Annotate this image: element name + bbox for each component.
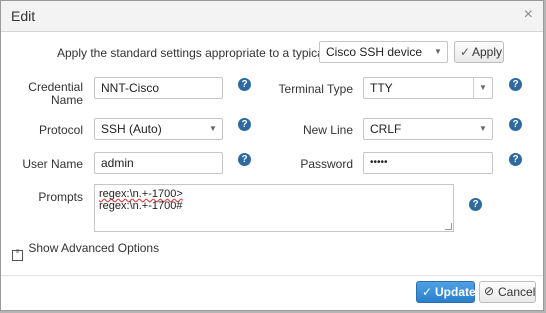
caret-down-icon: ▼ bbox=[479, 124, 487, 133]
prompts-textarea[interactable]: regex:\n.+-1700> regex:\n.+-1700# bbox=[94, 184, 454, 232]
help-icon[interactable]: ? bbox=[469, 198, 482, 211]
help-icon[interactable]: ? bbox=[238, 153, 251, 166]
resize-handle[interactable] bbox=[445, 223, 452, 230]
terminal-type-select[interactable]: TTY ▼ bbox=[363, 77, 493, 99]
caret-down-icon: ▼ bbox=[473, 78, 492, 98]
edit-dialog: Edit × Apply the standard settings appro… bbox=[0, 0, 544, 311]
credential-name-input[interactable] bbox=[94, 77, 223, 99]
dialog-titlebar: Edit × bbox=[1, 1, 543, 32]
apply-description: Apply the standard settings appropriate … bbox=[57, 46, 327, 60]
apply-button[interactable]: ✓ Apply bbox=[454, 41, 504, 63]
help-icon[interactable]: ? bbox=[509, 78, 522, 91]
password-input[interactable]: ••••• bbox=[363, 152, 493, 174]
caret-down-icon: ▼ bbox=[434, 47, 442, 56]
user-name-label: User Name bbox=[22, 157, 83, 171]
help-icon[interactable]: ? bbox=[509, 118, 522, 131]
close-icon[interactable]: × bbox=[524, 7, 533, 23]
prompts-label: Prompts bbox=[38, 190, 83, 204]
apply-button-label: Apply bbox=[472, 45, 503, 59]
prompt-line: regex:\n.+-1700> bbox=[99, 188, 183, 200]
protocol-value: SSH (Auto) bbox=[101, 122, 162, 136]
protocol-select[interactable]: SSH (Auto) ▼ bbox=[94, 118, 223, 140]
terminal-type-value: TTY bbox=[370, 81, 393, 95]
terminal-type-label: Terminal Type bbox=[278, 82, 353, 96]
update-button-label: Update bbox=[435, 285, 476, 299]
new-line-value: CRLF bbox=[370, 122, 402, 136]
help-icon[interactable]: ? bbox=[238, 118, 251, 131]
password-label: Password bbox=[300, 157, 353, 171]
device-type-value: Cisco SSH device bbox=[326, 45, 423, 59]
footer-divider bbox=[1, 275, 543, 276]
new-line-label: New Line bbox=[302, 123, 353, 137]
cancel-button[interactable]: ⊘ Cancel bbox=[479, 281, 536, 303]
check-icon: ✓ bbox=[422, 285, 433, 299]
prompt-line: regex:\n.+-1700# bbox=[99, 200, 183, 212]
check-icon: ✓ bbox=[460, 45, 471, 59]
new-line-select[interactable]: CRLF ▼ bbox=[363, 118, 493, 140]
dialog-title: Edit bbox=[11, 8, 36, 24]
show-advanced-toggle[interactable]: ≡ Show Advanced Options bbox=[12, 241, 160, 261]
list-icon: ≡ bbox=[12, 249, 23, 261]
credential-name-label: Credential Name bbox=[28, 80, 83, 107]
device-type-select[interactable]: Cisco SSH device ▼ bbox=[319, 41, 448, 63]
update-button[interactable]: ✓ Update bbox=[416, 281, 476, 303]
show-advanced-label: Show Advanced Options bbox=[28, 241, 160, 255]
cancel-button-label: Cancel bbox=[498, 285, 536, 299]
help-icon[interactable]: ? bbox=[509, 153, 522, 166]
user-name-input[interactable] bbox=[94, 152, 223, 174]
ban-icon: ⊘ bbox=[484, 284, 495, 298]
protocol-label: Protocol bbox=[38, 123, 83, 137]
caret-down-icon: ▼ bbox=[209, 124, 217, 133]
help-icon[interactable]: ? bbox=[238, 78, 251, 91]
